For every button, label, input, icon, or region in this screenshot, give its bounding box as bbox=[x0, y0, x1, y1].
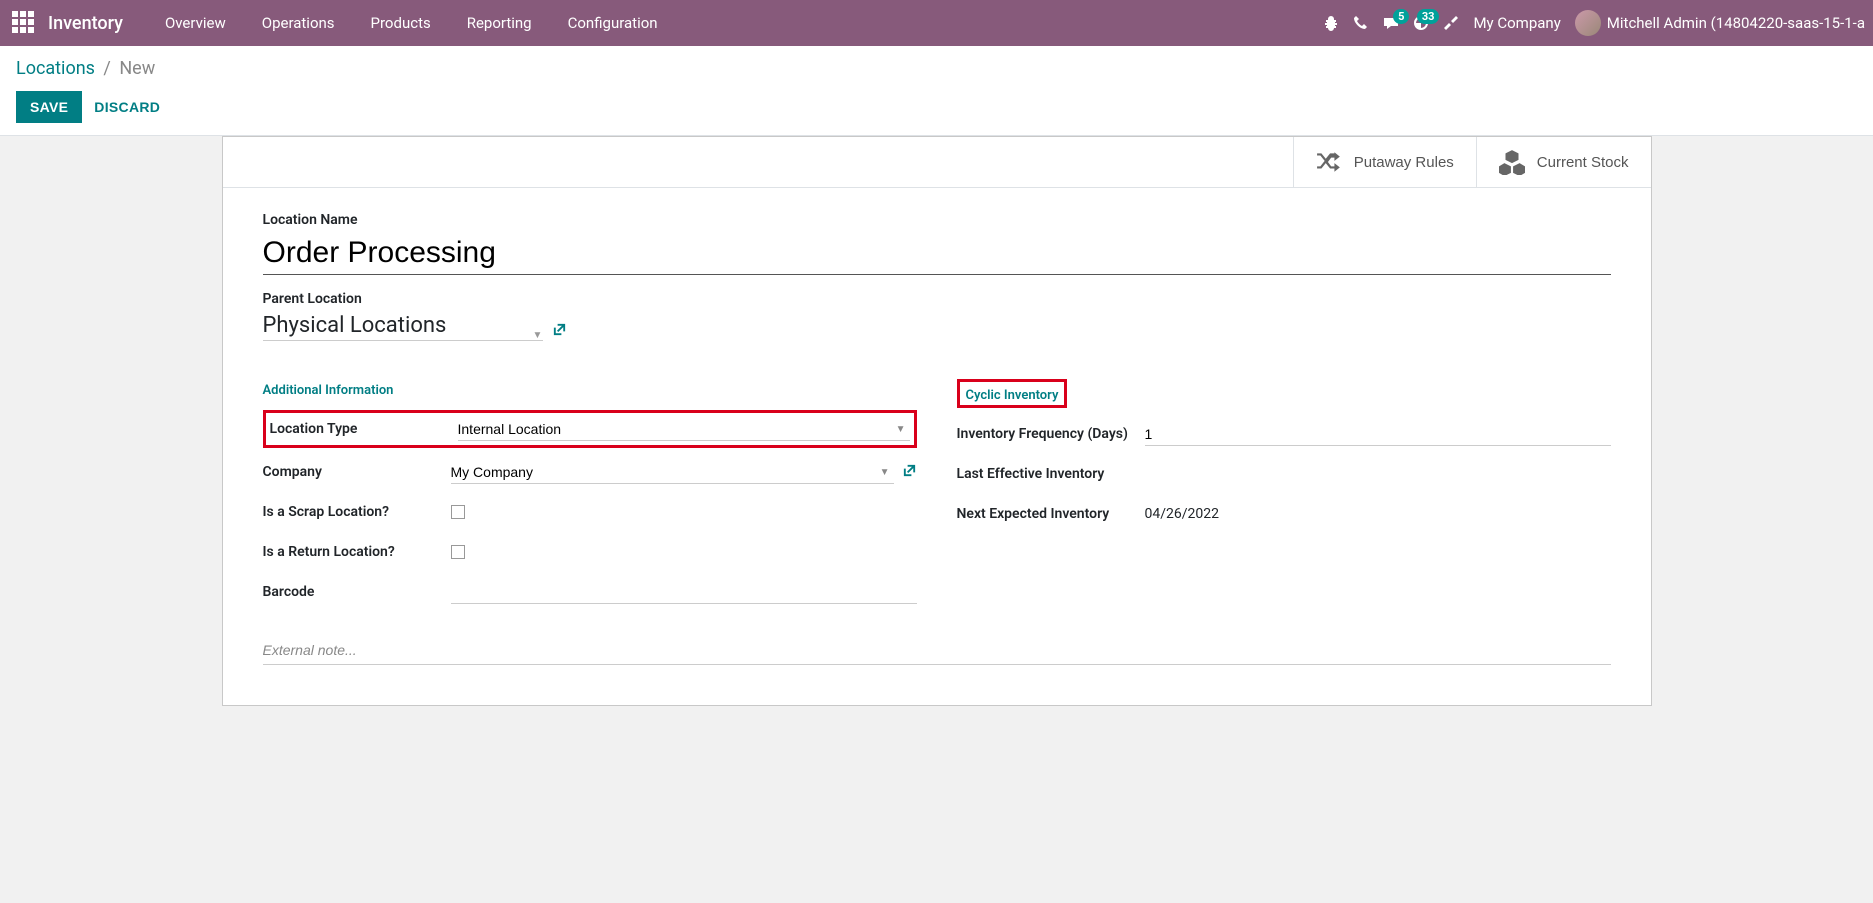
external-link-icon[interactable] bbox=[552, 322, 567, 341]
debug-icon[interactable] bbox=[1323, 15, 1339, 31]
avatar-icon bbox=[1575, 10, 1601, 36]
external-note-input[interactable] bbox=[263, 636, 1611, 665]
activities-icon[interactable]: 33 bbox=[1413, 15, 1429, 31]
scrap-checkbox[interactable] bbox=[451, 505, 465, 519]
tools-icon[interactable] bbox=[1443, 15, 1459, 31]
breadcrumb-parent[interactable]: Locations bbox=[16, 58, 95, 79]
breadcrumb-sep: / bbox=[103, 58, 110, 79]
current-stock-button[interactable]: Current Stock bbox=[1476, 137, 1651, 187]
return-label: Is a Return Location? bbox=[263, 544, 451, 560]
save-button[interactable]: SAVE bbox=[16, 91, 82, 123]
next-inv-value: 04/26/2022 bbox=[1145, 506, 1220, 522]
nav-menu: Overview Operations Products Reporting C… bbox=[147, 0, 676, 46]
cyclic-inventory-title: Cyclic Inventory bbox=[966, 388, 1059, 403]
company-label: Company bbox=[263, 464, 451, 480]
user-name: Mitchell Admin (14804220-saas-15-1-a bbox=[1607, 14, 1865, 32]
freq-input[interactable] bbox=[1145, 423, 1611, 446]
brand[interactable]: Inventory bbox=[48, 13, 123, 34]
location-name-input[interactable] bbox=[263, 232, 1611, 275]
nav-reporting[interactable]: Reporting bbox=[449, 0, 550, 46]
next-inv-label: Next Expected Inventory bbox=[957, 505, 1145, 523]
shuffle-icon bbox=[1316, 149, 1342, 175]
putaway-label: Putaway Rules bbox=[1354, 154, 1454, 171]
return-checkbox[interactable] bbox=[451, 545, 465, 559]
phone-icon[interactable] bbox=[1353, 15, 1369, 31]
systray: 5 33 My Company Mitchell Admin (14804220… bbox=[1323, 10, 1865, 36]
cyclic-inventory-section: Cyclic Inventory Inventory Frequency (Da… bbox=[957, 369, 1611, 618]
location-type-highlight: Location Type ▼ bbox=[263, 410, 917, 448]
stock-label: Current Stock bbox=[1537, 154, 1629, 171]
messages-badge: 5 bbox=[1393, 9, 1409, 24]
cyclic-inventory-highlight: Cyclic Inventory bbox=[957, 379, 1068, 408]
cubes-icon bbox=[1499, 149, 1525, 175]
parent-location-label: Parent Location bbox=[263, 291, 1611, 307]
nav-operations[interactable]: Operations bbox=[244, 0, 353, 46]
location-type-select[interactable] bbox=[458, 418, 910, 441]
apps-icon[interactable] bbox=[12, 11, 36, 35]
location-name-label: Location Name bbox=[263, 212, 1611, 228]
discard-button[interactable]: DISCARD bbox=[94, 99, 160, 115]
messages-icon[interactable]: 5 bbox=[1383, 15, 1399, 31]
navbar: Inventory Overview Operations Products R… bbox=[0, 0, 1873, 46]
additional-info-section: Additional Information Location Type ▼ bbox=[263, 369, 917, 618]
form-sheet: Putaway Rules Current Stock Location Nam… bbox=[222, 136, 1652, 706]
nav-configuration[interactable]: Configuration bbox=[550, 0, 676, 46]
additional-info-title: Additional Information bbox=[263, 383, 917, 398]
company-select[interactable] bbox=[451, 461, 894, 484]
location-type-label: Location Type bbox=[270, 421, 458, 437]
putaway-rules-button[interactable]: Putaway Rules bbox=[1293, 137, 1476, 187]
nav-overview[interactable]: Overview bbox=[147, 0, 244, 46]
scrap-label: Is a Scrap Location? bbox=[263, 504, 451, 520]
company-switcher[interactable]: My Company bbox=[1473, 14, 1560, 32]
user-menu[interactable]: Mitchell Admin (14804220-saas-15-1-a bbox=[1575, 10, 1865, 36]
parent-location-select[interactable]: Physical Locations bbox=[263, 311, 543, 341]
nav-products[interactable]: Products bbox=[353, 0, 449, 46]
control-panel: Locations / New SAVE DISCARD bbox=[0, 46, 1873, 136]
external-link-icon[interactable] bbox=[902, 463, 917, 482]
activities-badge: 33 bbox=[1417, 9, 1440, 24]
breadcrumb-current: New bbox=[119, 58, 155, 79]
freq-label: Inventory Frequency (Days) bbox=[957, 425, 1145, 443]
barcode-label: Barcode bbox=[263, 584, 451, 600]
barcode-input[interactable] bbox=[451, 581, 917, 604]
button-box: Putaway Rules Current Stock bbox=[223, 137, 1651, 188]
breadcrumb: Locations / New bbox=[16, 58, 1857, 79]
last-inv-label: Last Effective Inventory bbox=[957, 465, 1145, 483]
